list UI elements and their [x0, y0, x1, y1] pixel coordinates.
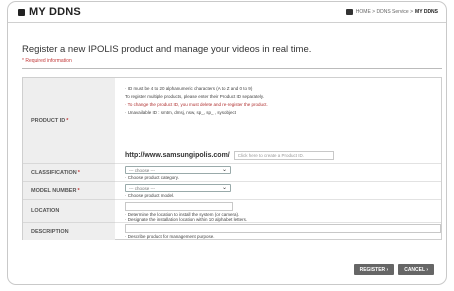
breadcrumb-separator: >	[372, 9, 376, 15]
model-number-value: --- choose --- ⌄ · Choose product model.	[115, 182, 441, 200]
intro-headline: Register a new IPOLIS product and manage…	[22, 44, 312, 55]
breadcrumb-separator: >	[410, 9, 414, 15]
top-bar: MY DDNS HOME > DDNS Service > MY DDNS	[8, 2, 446, 23]
description-input[interactable]	[125, 224, 441, 233]
ddns-panel: MY DDNS HOME > DDNS Service > MY DDNS Re…	[7, 1, 447, 285]
divider	[22, 68, 442, 69]
classification-value: --- choose --- ⌄ · Choose product catego…	[115, 164, 441, 182]
page-title-text: MY DDNS	[29, 6, 81, 18]
description-note: · Describe product for management purpos…	[125, 234, 215, 239]
register-button[interactable]: REGISTER ›	[353, 264, 395, 275]
breadcrumb-ddns-service[interactable]: DDNS Service	[376, 9, 408, 15]
home-icon	[345, 9, 353, 15]
form-actions: REGISTER › CANCEL ›	[350, 264, 434, 275]
classification-selected: --- choose ---	[129, 167, 156, 173]
chevron-down-icon: ⌄	[221, 167, 227, 173]
location-input[interactable]	[125, 202, 233, 211]
product-id-input[interactable]: Click here to create a Product ID.	[233, 151, 334, 160]
required-star: *	[77, 187, 80, 194]
breadcrumb-home[interactable]: HOME	[356, 9, 371, 15]
chevron-down-icon: ⌄	[221, 185, 227, 191]
product-form: PRODUCT ID * · ID must be 4 to 20 alphanu…	[22, 77, 442, 240]
product-id-label-text: PRODUCT ID	[31, 117, 66, 124]
classification-label: CLASSIFICATION *	[23, 164, 115, 182]
product-id-label: PRODUCT ID *	[23, 78, 115, 164]
classification-label-text: CLASSIFICATION	[31, 169, 77, 176]
product-id-note-3: · To change the product ID, you must del…	[125, 102, 268, 107]
title-bullet-icon	[18, 8, 25, 16]
model-number-label-text: MODEL NUMBER	[31, 187, 77, 194]
product-id-note-1: · ID must be 4 to 20 alphanumeric charac…	[125, 86, 253, 91]
description-label: DESCRIPTION	[23, 223, 115, 240]
url-prefix: http://www.samsungipolis.com/	[125, 152, 230, 159]
product-id-value: · ID must be 4 to 20 alphanumeric charac…	[115, 78, 441, 164]
product-id-note-2: To register multiple products, please en…	[125, 94, 264, 99]
description-label-text: DESCRIPTION	[31, 228, 69, 235]
required-star: *	[66, 117, 69, 124]
location-label: LOCATION	[23, 200, 115, 223]
description-value: · Describe product for management purpos…	[115, 223, 441, 240]
breadcrumb: HOME > DDNS Service > MY DDNS	[345, 9, 438, 15]
classification-select[interactable]: --- choose --- ⌄	[125, 166, 231, 174]
product-id-url-row: http://www.samsungipolis.com/ Click here…	[125, 151, 334, 160]
location-value: · Determine the location to install the …	[115, 200, 441, 223]
breadcrumb-current: MY DDNS	[415, 9, 438, 15]
model-number-selected: --- choose ---	[129, 185, 156, 191]
cancel-button[interactable]: CANCEL ›	[398, 264, 434, 275]
model-number-select[interactable]: --- choose --- ⌄	[125, 184, 231, 192]
classification-note: · Choose product category.	[125, 175, 179, 180]
model-number-note: · Choose product model.	[125, 193, 175, 198]
product-id-note-4: · Unavailable ID : smtm, dmsj, nsw, sp_,…	[125, 110, 237, 115]
required-note: * Required information	[22, 58, 72, 64]
required-star: *	[77, 169, 80, 176]
page-title: MY DDNS	[18, 6, 81, 18]
location-label-text: LOCATION	[31, 208, 60, 214]
model-number-label: MODEL NUMBER *	[23, 182, 115, 200]
